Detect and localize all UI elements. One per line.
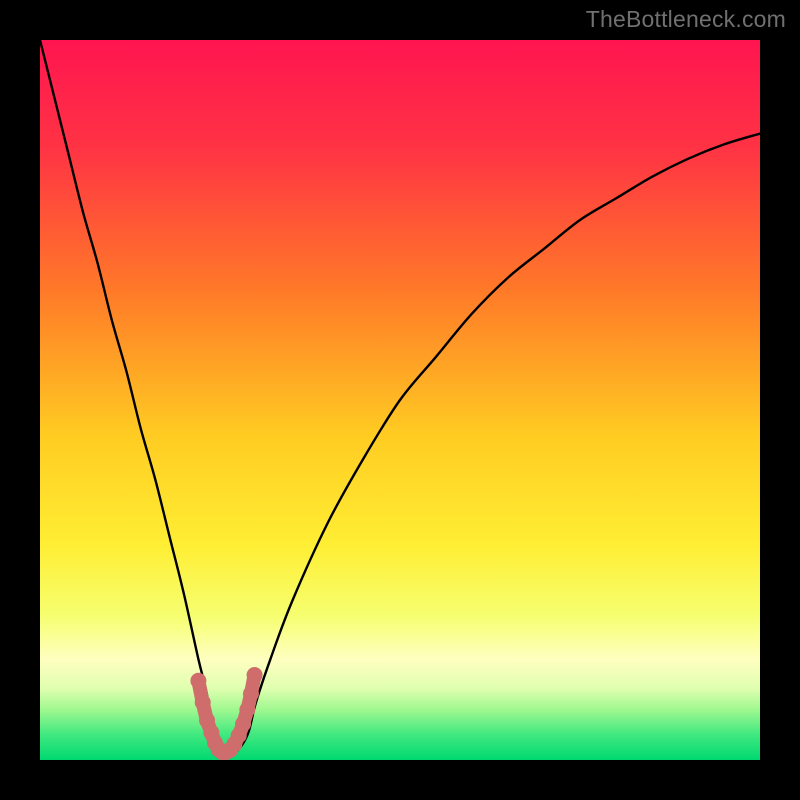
highlight-dot <box>247 667 263 683</box>
watermark-label: TheBottleneck.com <box>586 6 786 33</box>
plot-area <box>40 40 760 760</box>
highlight-dot <box>235 716 251 732</box>
highlight-dot <box>195 694 211 710</box>
highlight-dot <box>239 702 255 718</box>
bottleneck-chart <box>40 40 760 760</box>
highlight-dot <box>243 686 259 702</box>
chart-frame: TheBottleneck.com <box>0 0 800 800</box>
highlight-dot <box>190 673 206 689</box>
